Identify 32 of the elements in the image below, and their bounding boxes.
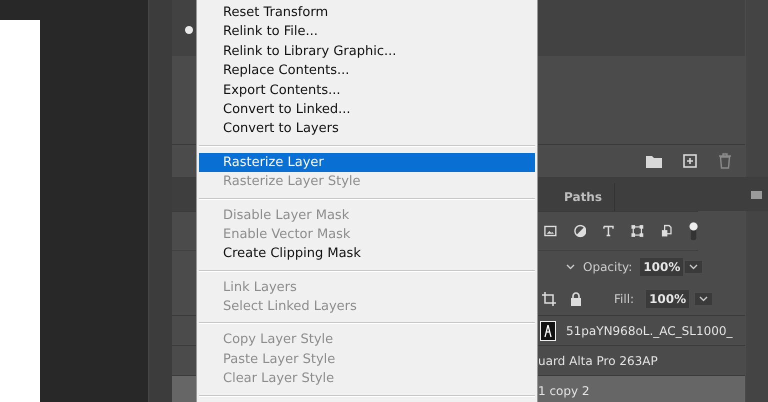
- menu-item[interactable]: Convert to Layers: [199, 119, 535, 139]
- trash-icon[interactable]: [718, 153, 732, 169]
- menu-item[interactable]: Export Contents...: [199, 80, 535, 100]
- chevron-icon: [689, 264, 698, 270]
- smart-object-filter-icon[interactable]: [661, 224, 672, 238]
- toggle-dot-icon[interactable]: [185, 26, 193, 34]
- layer-name: 51paYN968oL._AC_SL1000_: [566, 324, 733, 338]
- opacity-dropdown-button[interactable]: [685, 261, 702, 273]
- layer-name: uard Alta Pro 263AP: [538, 354, 658, 368]
- fill-field[interactable]: 100%: [646, 290, 690, 308]
- image-filter-icon[interactable]: [544, 225, 557, 237]
- menu-item[interactable]: Create Clipping Mask: [199, 244, 535, 264]
- blend-mode-chevron-icon[interactable]: [566, 264, 575, 270]
- adjustment-filter-icon[interactable]: [574, 224, 586, 238]
- fill-dropdown-button[interactable]: [695, 293, 712, 305]
- opacity-field[interactable]: 100%: [640, 258, 684, 276]
- menu-item[interactable]: Convert to Linked...: [199, 100, 535, 120]
- lock-icon[interactable]: [570, 292, 582, 306]
- menu-item[interactable]: Relink to Library Graphic...: [199, 42, 535, 62]
- type-filter-icon[interactable]: [603, 225, 614, 237]
- fill-label: Fill:: [614, 292, 634, 306]
- menu-item[interactable]: Rasterize Layer: [199, 152, 535, 172]
- chevron-icon: [699, 296, 708, 302]
- menu-item[interactable]: Reset Transform: [199, 3, 535, 22]
- layer-name: 1 copy 2: [538, 384, 590, 398]
- menu-item[interactable]: Replace Contents...: [199, 61, 535, 81]
- filter-toggle-icon[interactable]: [688, 221, 698, 241]
- shape-filter-icon[interactable]: [631, 224, 644, 238]
- menu-item[interactable]: Relink to File...: [199, 22, 535, 42]
- new-layer-icon[interactable]: [683, 154, 697, 168]
- opacity-label: Opacity:: [583, 260, 632, 274]
- folder-icon[interactable]: [646, 154, 662, 168]
